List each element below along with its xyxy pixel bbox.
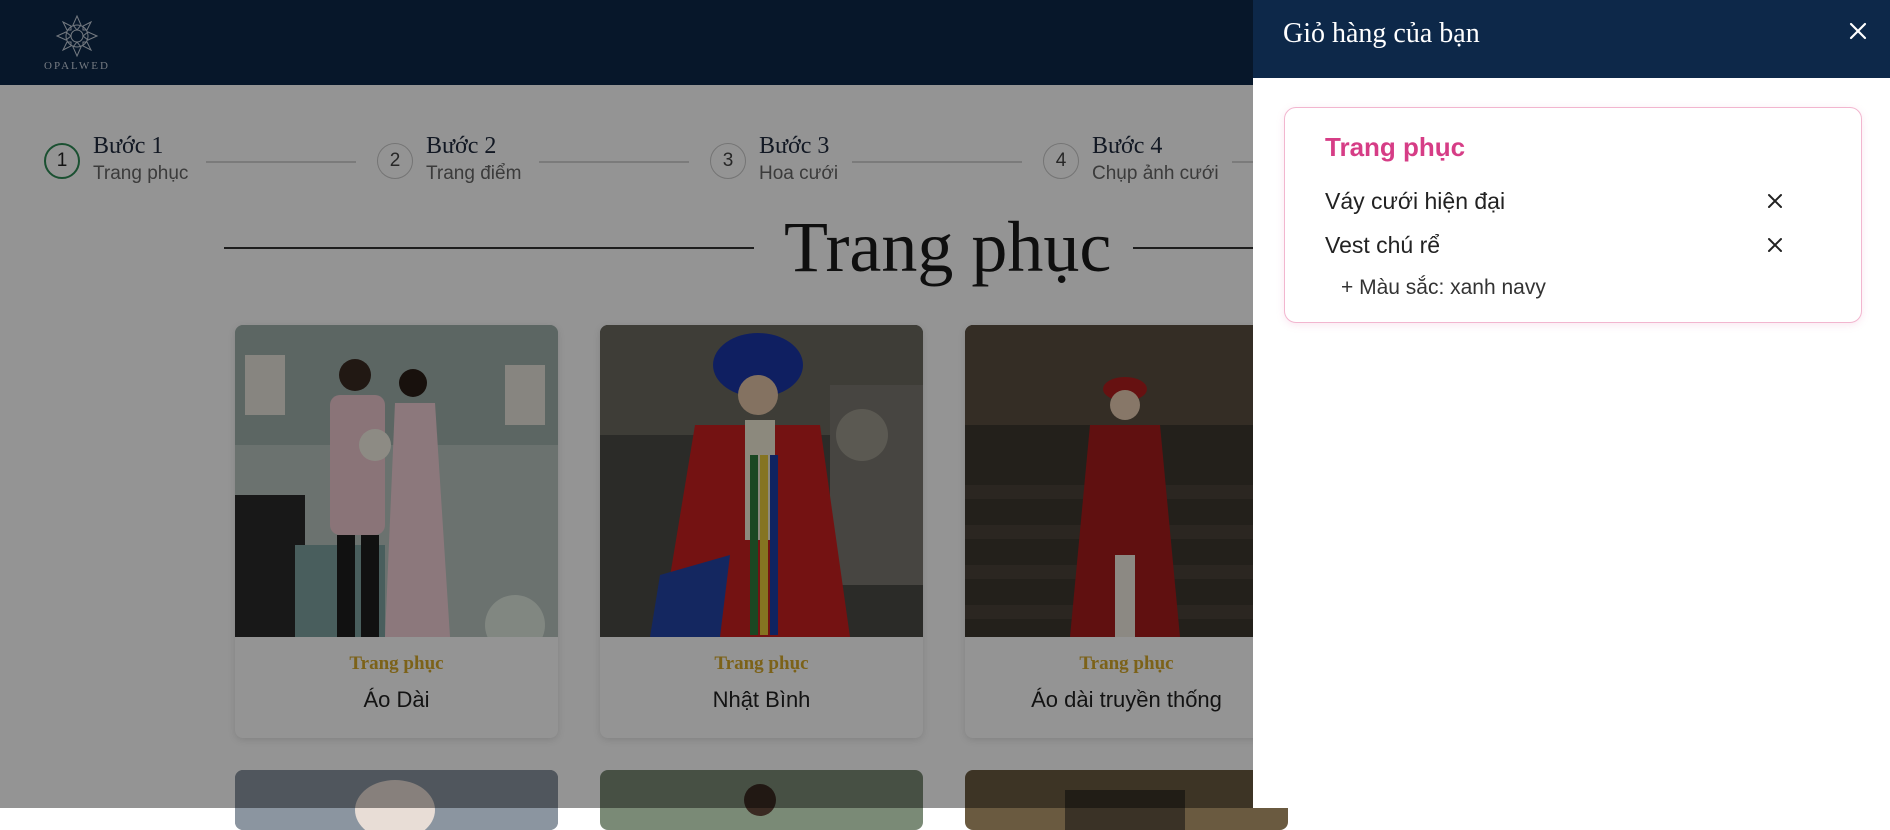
cart-item: Vest chú rể	[1325, 232, 1441, 258]
cart-item-option: + Màu sắc: xanh navy	[1341, 276, 1546, 299]
close-button[interactable]	[1843, 16, 1873, 46]
close-icon	[1849, 22, 1867, 40]
cart-drawer: Giỏ hàng của bạn Trang phục Váy cưới hiệ…	[1253, 0, 1890, 808]
cart-group: Trang phục Váy cưới hiện đại Vest chú rể…	[1284, 107, 1862, 323]
cart-drawer-header: Giỏ hàng của bạn	[1253, 0, 1890, 78]
modal-backdrop[interactable]	[0, 0, 1253, 808]
remove-item-button[interactable]	[1764, 190, 1786, 212]
remove-item-icon	[1768, 238, 1782, 252]
remove-item-button[interactable]	[1764, 234, 1786, 256]
cart-category: Trang phục	[1325, 132, 1466, 162]
cart-title: Giỏ hàng của bạn	[1283, 18, 1480, 49]
remove-item-icon	[1768, 194, 1782, 208]
cart-item: Váy cưới hiện đại	[1325, 188, 1506, 214]
